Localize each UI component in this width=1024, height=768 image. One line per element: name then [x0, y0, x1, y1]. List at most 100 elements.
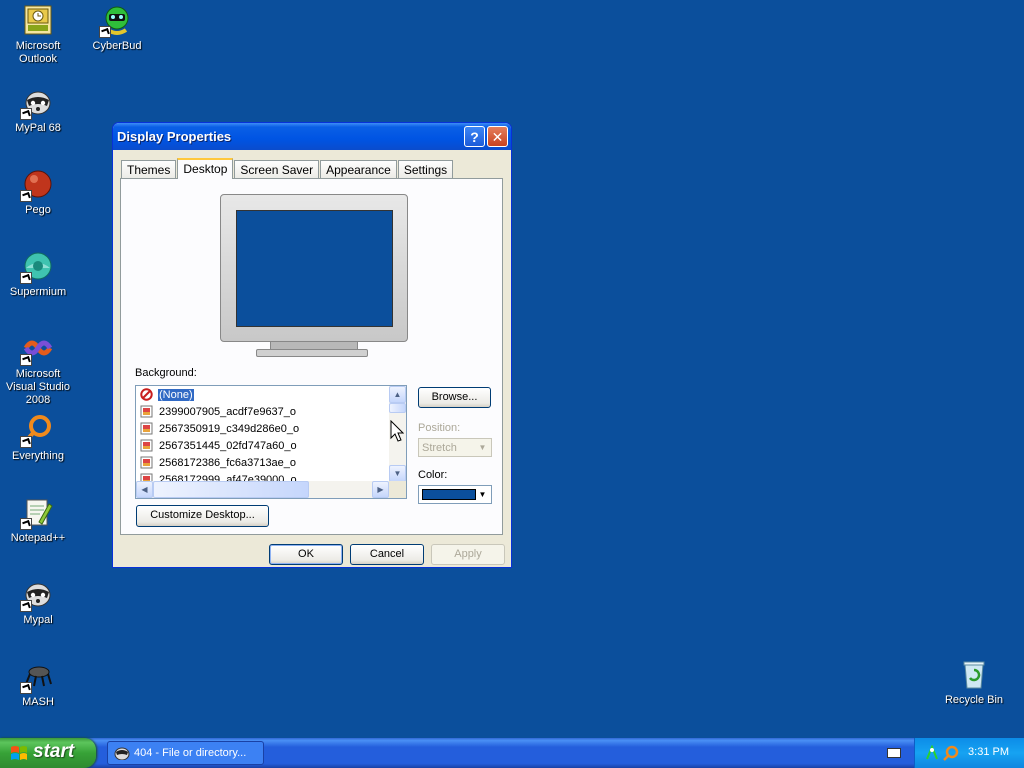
scroll-left-button[interactable]: ◀	[136, 481, 153, 498]
horizontal-scroll-thumb[interactable]	[153, 481, 309, 498]
position-label: Position:	[418, 422, 461, 434]
monitor-screen	[236, 210, 393, 327]
mash-icon	[20, 660, 54, 694]
taskbar: start 404 - File or directory... 3:31 PM	[0, 738, 1024, 768]
desktop-icon-pego[interactable]: Pego	[0, 168, 76, 217]
color-label: Color:	[418, 469, 448, 481]
desktop-icon-mypal68[interactable]: MyPal 68	[0, 86, 76, 135]
list-item-label: 2567351445_02fd747a60_o	[159, 439, 297, 452]
desktop-icon-visual-studio[interactable]: Microsoft Visual Studio 2008	[0, 332, 76, 407]
desktop-icon-label: Notepad++	[10, 532, 66, 544]
desktop-icon-supermium[interactable]: Supermium	[0, 250, 76, 299]
image-file-icon	[140, 422, 153, 435]
outlook-icon	[22, 4, 54, 36]
desktop-icon-label: Supermium	[9, 286, 67, 298]
vertical-scroll-thumb[interactable]	[389, 403, 406, 413]
tab-appearance[interactable]: Appearance	[320, 160, 397, 178]
monitor-frame	[220, 194, 408, 342]
tab-screen-saver[interactable]: Screen Saver	[234, 160, 320, 178]
color-picker[interactable]: ▼	[418, 485, 492, 504]
recycle-bin-icon	[958, 658, 990, 690]
dialog-title: Display Properties	[117, 129, 232, 144]
everything-icon	[20, 414, 54, 448]
desktop-icon-label: Pego	[25, 204, 51, 216]
browse-button[interactable]: Browse...	[418, 387, 491, 408]
image-file-icon	[140, 439, 153, 452]
supermium-icon	[20, 250, 54, 284]
display-properties-dialog: Display Properties ? ✕ Themes Desktop Sc…	[112, 122, 512, 568]
system-tray: 3:31 PM	[914, 738, 1024, 768]
start-label: start	[33, 741, 75, 762]
desktop-icon-everything[interactable]: Everything	[0, 414, 76, 463]
list-item[interactable]: (None)	[136, 386, 406, 403]
ok-button[interactable]: OK	[269, 544, 343, 565]
horizontal-scrollbar[interactable]: ◀ ▶	[136, 481, 389, 498]
title-bar[interactable]: Display Properties ? ✕	[113, 123, 511, 150]
mypal-icon	[114, 747, 130, 760]
desktop-icon-label: MASH	[22, 696, 54, 708]
scroll-up-button[interactable]: ▲	[389, 386, 406, 403]
color-swatch	[422, 489, 476, 500]
visual-studio-icon	[20, 332, 54, 366]
image-file-icon	[140, 456, 153, 469]
desktop-icon-notepadpp[interactable]: Notepad++	[0, 496, 76, 545]
apply-button[interactable]: Apply	[431, 544, 505, 565]
desktop-icon-outlook[interactable]: Microsoft Outlook	[0, 4, 76, 66]
desktop-icon-label: Recycle Bin	[944, 694, 1004, 706]
close-button[interactable]: ✕	[487, 126, 508, 147]
desktop-tab-panel: Background: (None) 2399007905_acdf7e9637…	[120, 178, 503, 535]
cancel-button[interactable]: Cancel	[350, 544, 424, 565]
desktop-icon-label: MyPal 68	[15, 122, 61, 134]
image-file-icon	[140, 405, 153, 418]
mypal-icon	[20, 86, 54, 120]
list-item[interactable]: 2567350919_c349d286e0_o	[136, 420, 406, 437]
windows-logo-icon	[11, 746, 27, 760]
desktop-icon-label: Microsoft Outlook	[15, 40, 61, 65]
scroll-down-button[interactable]: ▼	[389, 465, 406, 482]
list-item-label: (None)	[157, 387, 195, 402]
chevron-down-icon: ▼	[478, 490, 487, 499]
list-item-label: 2567350919_c349d286e0_o	[159, 422, 300, 435]
pego-icon	[20, 168, 54, 202]
background-listbox[interactable]: (None) 2399007905_acdf7e9637_o 256735091…	[135, 385, 407, 499]
keyboard-icon[interactable]	[887, 748, 901, 758]
scrollbar-corner	[389, 481, 406, 498]
desktop-icon-label: CyberBud	[92, 40, 142, 52]
chevron-down-icon: ▼	[478, 443, 487, 452]
search-icon[interactable]	[943, 745, 959, 761]
tab-settings[interactable]: Settings	[397, 160, 454, 178]
desktop-icon-mash[interactable]: MASH	[0, 660, 76, 709]
list-item-label: 2399007905_acdf7e9637_o	[159, 405, 297, 418]
monitor-base	[256, 349, 368, 357]
list-item[interactable]: 2568172386_fc6a3713ae_o	[136, 454, 406, 471]
network-icon[interactable]	[925, 745, 939, 761]
desktop-icon-label: Mypal	[23, 614, 53, 626]
monitor-preview	[220, 188, 408, 363]
background-label: Background:	[135, 367, 197, 379]
desktop-icon-mypal[interactable]: Mypal	[0, 578, 76, 627]
notepadpp-icon	[20, 496, 54, 530]
mouse-pointer-icon	[390, 420, 404, 442]
none-icon	[140, 388, 153, 401]
mypal-icon	[20, 578, 54, 612]
start-button[interactable]: start	[0, 738, 96, 768]
list-item[interactable]: 2399007905_acdf7e9637_o	[136, 403, 406, 420]
tab-themes[interactable]: Themes	[121, 160, 177, 178]
desktop-icon-recycle-bin[interactable]: Recycle Bin	[936, 658, 1012, 707]
list-item[interactable]: 2567351445_02fd747a60_o	[136, 437, 406, 454]
position-select[interactable]: Stretch ▼	[418, 438, 492, 457]
taskbar-item-label: 404 - File or directory...	[134, 747, 247, 759]
tab-strip: Themes Desktop Screen Saver Appearance S…	[121, 158, 454, 179]
cyberbud-icon	[99, 4, 133, 38]
customize-desktop-button[interactable]: Customize Desktop...	[136, 505, 269, 527]
position-value: Stretch	[422, 442, 457, 454]
clock[interactable]: 3:31 PM	[968, 746, 1009, 758]
list-item-label: 2568172386_fc6a3713ae_o	[159, 456, 297, 469]
desktop-icon-label: Microsoft Visual Studio 2008	[5, 368, 70, 406]
scroll-right-button[interactable]: ▶	[372, 481, 389, 498]
taskbar-item-browser[interactable]: 404 - File or directory...	[107, 741, 264, 765]
desktop-icon-cyberbud[interactable]: CyberBud	[79, 4, 155, 53]
desktop-icon-label: Everything	[12, 450, 64, 462]
tab-desktop[interactable]: Desktop	[177, 158, 234, 179]
help-button[interactable]: ?	[464, 126, 485, 147]
